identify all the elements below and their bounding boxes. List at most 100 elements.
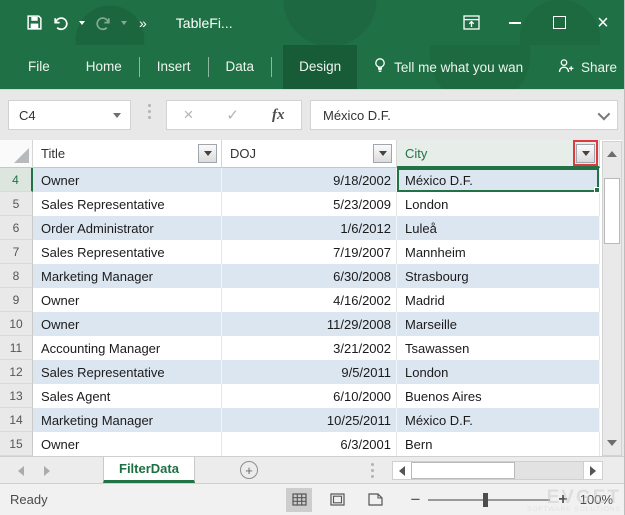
sheet-nav-left-icon[interactable] — [18, 466, 24, 476]
cell-title[interactable]: Owner — [33, 288, 222, 312]
row-number[interactable]: 14 — [0, 408, 33, 432]
cell-title[interactable]: Sales Representative — [33, 192, 222, 216]
tab-file[interactable]: File — [22, 45, 56, 89]
maximize-button[interactable] — [537, 0, 581, 45]
cell-title[interactable]: Marketing Manager — [33, 408, 222, 432]
horizontal-scroll-thumb[interactable] — [411, 462, 515, 479]
cell-city[interactable]: London — [397, 360, 600, 384]
cancel-icon[interactable]: × — [183, 105, 193, 125]
undo-icon[interactable] — [52, 15, 70, 31]
cell-doj[interactable]: 7/19/2007 — [222, 240, 397, 264]
filter-button-title[interactable] — [198, 144, 217, 163]
name-box[interactable]: C4 — [8, 100, 131, 130]
close-button[interactable]: × — [581, 0, 625, 45]
normal-view-button[interactable] — [286, 488, 312, 512]
header-doj[interactable]: DOJ — [222, 140, 397, 168]
minimize-button[interactable] — [493, 0, 537, 45]
header-title[interactable]: Title — [33, 140, 222, 168]
cell-city[interactable]: London — [397, 192, 600, 216]
row-number[interactable]: 12 — [0, 360, 33, 384]
tab-data[interactable]: Data — [220, 45, 261, 89]
header-city[interactable]: City — [397, 140, 600, 168]
cell-title[interactable]: Marketing Manager — [33, 264, 222, 288]
insert-function-icon[interactable]: fx — [272, 107, 285, 124]
cell-doj[interactable]: 10/25/2011 — [222, 408, 397, 432]
horizontal-scrollbar[interactable] — [392, 461, 603, 480]
zoom-slider[interactable] — [428, 493, 550, 507]
row-number[interactable]: 4 — [0, 168, 33, 192]
formula-input[interactable]: México D.F. — [310, 100, 618, 130]
enter-icon[interactable]: ✓ — [226, 106, 239, 124]
cell-title[interactable]: Sales Representative — [33, 240, 222, 264]
zoom-level[interactable]: 100% — [580, 492, 613, 507]
name-box-dropdown-icon[interactable] — [113, 113, 121, 118]
filter-button-doj[interactable] — [373, 144, 392, 163]
customize-qat-icon[interactable]: » — [139, 15, 146, 31]
share-button[interactable]: Share — [558, 58, 617, 77]
fill-handle[interactable] — [594, 187, 600, 193]
row-number[interactable]: 9 — [0, 288, 33, 312]
cell-doj[interactable]: 1/6/2012 — [222, 216, 397, 240]
tab-insert[interactable]: Insert — [151, 45, 197, 89]
scroll-left-icon[interactable] — [393, 462, 412, 479]
scroll-up-icon[interactable] — [603, 144, 621, 164]
row-number[interactable]: 7 — [0, 240, 33, 264]
row-number[interactable]: 11 — [0, 336, 33, 360]
vertical-scroll-thumb[interactable] — [604, 178, 620, 244]
sheet-tab-filterdata[interactable]: FilterData — [103, 457, 195, 483]
cell-doj[interactable]: 11/29/2008 — [222, 312, 397, 336]
cell-title[interactable]: Owner — [33, 168, 222, 192]
cell-doj[interactable]: 6/3/2001 — [222, 432, 397, 456]
vertical-scrollbar[interactable] — [602, 141, 622, 456]
row-number[interactable]: 10 — [0, 312, 33, 336]
cell-doj[interactable]: 5/23/2009 — [222, 192, 397, 216]
scroll-right-icon[interactable] — [583, 462, 602, 479]
zoom-slider-thumb[interactable] — [483, 493, 488, 507]
page-layout-view-button[interactable] — [324, 488, 350, 512]
cell-title[interactable]: Accounting Manager — [33, 336, 222, 360]
cell-city[interactable]: Buenos Aires — [397, 384, 600, 408]
cell-city[interactable]: México D.F. — [397, 168, 600, 192]
row-number[interactable]: 8 — [0, 264, 33, 288]
cell-doj[interactable]: 9/18/2002 — [222, 168, 397, 192]
expand-formula-bar-icon[interactable] — [598, 107, 611, 120]
row-number[interactable]: 5 — [0, 192, 33, 216]
cell-city[interactable]: México D.F. — [397, 408, 600, 432]
sheet-nav-right-icon[interactable] — [44, 466, 50, 476]
row-number[interactable]: 15 — [0, 432, 33, 456]
cell-doj[interactable]: 4/16/2002 — [222, 288, 397, 312]
cell-city[interactable]: Luleå — [397, 216, 600, 240]
cell-title[interactable]: Owner — [33, 312, 222, 336]
cell-city[interactable]: Tsawassen — [397, 336, 600, 360]
undo-dropdown-icon[interactable] — [79, 21, 85, 25]
new-sheet-button[interactable]: + — [240, 461, 258, 479]
cell-doj[interactable]: 9/5/2011 — [222, 360, 397, 384]
share-person-icon — [558, 58, 575, 77]
tab-home[interactable]: Home — [80, 45, 128, 89]
cell-city[interactable]: Bern — [397, 432, 600, 456]
row-number[interactable]: 6 — [0, 216, 33, 240]
row-number[interactable]: 13 — [0, 384, 33, 408]
cell-doj[interactable]: 3/21/2002 — [222, 336, 397, 360]
zoom-in-button[interactable]: + — [558, 491, 567, 509]
cell-city[interactable]: Mannheim — [397, 240, 600, 264]
tab-design[interactable]: Design — [283, 45, 357, 89]
scroll-down-icon[interactable] — [603, 433, 621, 453]
cell-title[interactable]: Sales Agent — [33, 384, 222, 408]
cell-title[interactable]: Owner — [33, 432, 222, 456]
cell-doj[interactable]: 6/30/2008 — [222, 264, 397, 288]
tell-me-box[interactable]: Tell me what you wan — [373, 57, 523, 77]
cell-city[interactable]: Marseille — [397, 312, 600, 336]
filter-button-city[interactable] — [576, 144, 595, 163]
cell-doj[interactable]: 6/10/2000 — [222, 384, 397, 408]
select-all-corner[interactable] — [0, 140, 33, 168]
zoom-out-button[interactable]: − — [410, 490, 420, 510]
header-title-label: Title — [41, 146, 65, 161]
cell-city[interactable]: Madrid — [397, 288, 600, 312]
ribbon-display-options-icon[interactable] — [449, 0, 493, 45]
page-break-preview-button[interactable] — [362, 488, 388, 512]
cell-city[interactable]: Strasbourg — [397, 264, 600, 288]
save-icon[interactable] — [26, 14, 43, 31]
cell-title[interactable]: Sales Representative — [33, 360, 222, 384]
cell-title[interactable]: Order Administrator — [33, 216, 222, 240]
